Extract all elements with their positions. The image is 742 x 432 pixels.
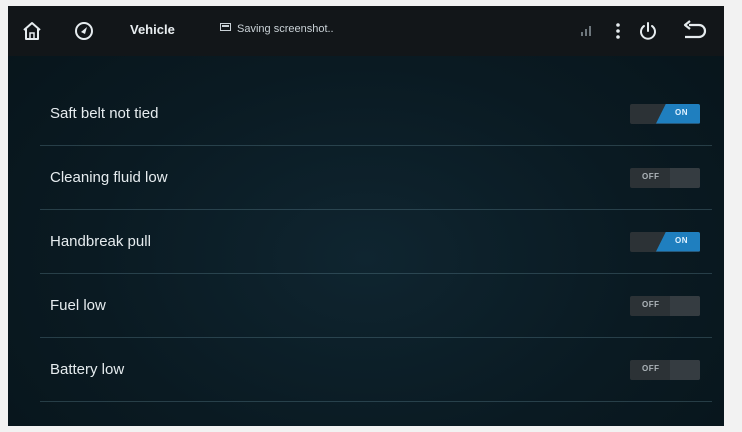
setting-label: Battery low xyxy=(50,361,125,378)
seatbelt-toggle[interactable]: ON xyxy=(630,103,700,124)
handbrake-toggle[interactable]: ON xyxy=(630,231,700,252)
notification: Saving screenshot.. xyxy=(220,23,334,35)
navigation-icon[interactable] xyxy=(70,17,98,45)
toggle-state: OFF xyxy=(642,299,660,309)
setting-label: Fuel low xyxy=(50,297,106,314)
setting-row-battery: Battery low OFF xyxy=(40,338,712,402)
setting-row-seatbelt: Saft belt not tied ON xyxy=(40,82,712,146)
fuel-toggle[interactable]: OFF xyxy=(630,295,700,316)
setting-label: Saft belt not tied xyxy=(50,105,159,122)
toggle-state: OFF xyxy=(642,363,660,373)
screenshot-icon xyxy=(220,23,231,35)
toggle-state: OFF xyxy=(642,171,660,181)
setting-row-handbrake: Handbreak pull ON xyxy=(40,210,712,274)
toggle-state: ON xyxy=(675,107,688,117)
setting-row-cleaning-fluid: Cleaning fluid low OFF xyxy=(40,146,712,210)
status-bar: Vehicle Saving screenshot.. xyxy=(8,6,724,56)
settings-list: Saft belt not tied ON Cleaning fluid low… xyxy=(40,82,712,402)
back-icon[interactable] xyxy=(680,17,708,45)
notification-text: Saving screenshot.. xyxy=(237,23,334,35)
home-icon[interactable] xyxy=(18,17,46,45)
power-icon[interactable] xyxy=(634,17,662,45)
setting-label: Handbreak pull xyxy=(50,233,151,250)
more-vert-icon[interactable] xyxy=(610,17,626,45)
page-title: Vehicle xyxy=(130,22,175,37)
toggle-state: ON xyxy=(675,235,688,245)
battery-toggle[interactable]: OFF xyxy=(630,359,700,380)
signal-icon xyxy=(578,17,594,45)
cleaning-fluid-toggle[interactable]: OFF xyxy=(630,167,700,188)
app-screen: Vehicle Saving screenshot.. Saft belt no… xyxy=(8,6,724,426)
setting-row-fuel: Fuel low OFF xyxy=(40,274,712,338)
setting-label: Cleaning fluid low xyxy=(50,169,168,186)
